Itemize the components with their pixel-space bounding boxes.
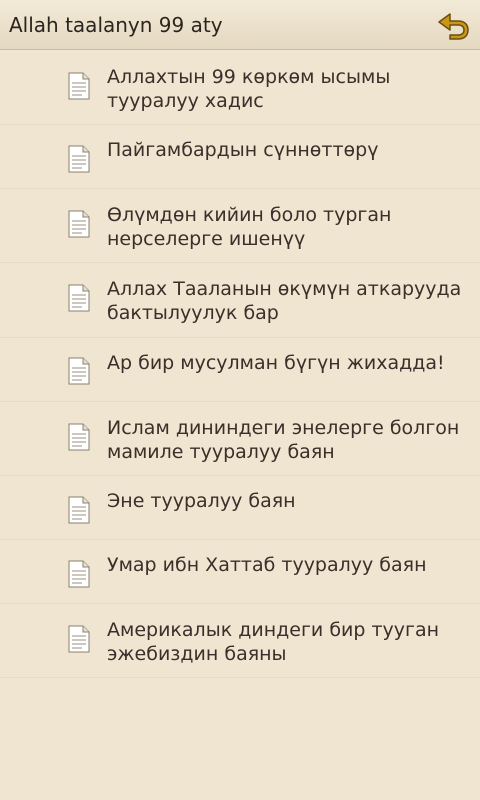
list-item-label: Умар ибн Хаттаб тууралуу баян <box>107 554 427 576</box>
list-item-label: Өлүмдөн кийин боло турган нерселерге ише… <box>107 204 392 250</box>
document-icon <box>68 357 90 385</box>
document-icon <box>68 145 90 173</box>
document-icon <box>68 72 90 100</box>
document-icon <box>68 496 90 524</box>
list-item[interactable]: Аллахтын 99 көркөм ысымы тууралуу хадис <box>0 51 480 125</box>
list-item-label: Аллахтын 99 көркөм ысымы тууралуу хадис <box>107 66 391 112</box>
document-icon <box>68 625 90 653</box>
list-item-label: Пайгамбардын сүннөттөрү <box>107 139 379 161</box>
back-button[interactable] <box>436 8 472 44</box>
list-item-label: Америкалык диндеги бир тууган эжебиздин … <box>107 619 440 665</box>
list-item-label: Эне тууралуу баян <box>107 490 296 512</box>
list-item[interactable]: Ар бир мусулман бүгүн жихадда! <box>0 338 480 402</box>
list-item-label: Ислам дининдеги энелерге болгон мамиле т… <box>107 417 460 463</box>
list-item[interactable]: Умар ибн Хаттаб тууралуу баян <box>0 540 480 604</box>
list-item-label: Аллах Тааланын өкүмүн аткарууда бактылуу… <box>107 278 462 324</box>
document-icon <box>68 210 90 238</box>
document-icon <box>68 284 90 312</box>
list-item[interactable]: Пайгамбардын сүннөттөрү <box>0 125 480 189</box>
list-item[interactable]: Аллах Тааланын өкүмүн аткарууда бактылуу… <box>0 263 480 338</box>
app-header: Allah taalanyn 99 aty <box>0 0 480 50</box>
back-arrow-icon <box>438 13 469 40</box>
list-item[interactable]: Америкалык диндеги бир тууган эжебиздин … <box>0 604 480 678</box>
list-item[interactable]: Эне тууралуу баян <box>0 476 480 540</box>
article-list: Аллахтын 99 көркөм ысымы тууралуу хадис … <box>0 51 480 678</box>
list-item-label: Ар бир мусулман бүгүн жихадда! <box>107 352 445 374</box>
document-icon <box>68 560 90 588</box>
list-item[interactable]: Ислам дининдеги энелерге болгон мамиле т… <box>0 402 480 476</box>
page-title: Allah taalanyn 99 aty <box>9 13 223 37</box>
document-icon <box>68 423 90 451</box>
list-item[interactable]: Өлүмдөн кийин боло турган нерселерге ише… <box>0 189 480 263</box>
